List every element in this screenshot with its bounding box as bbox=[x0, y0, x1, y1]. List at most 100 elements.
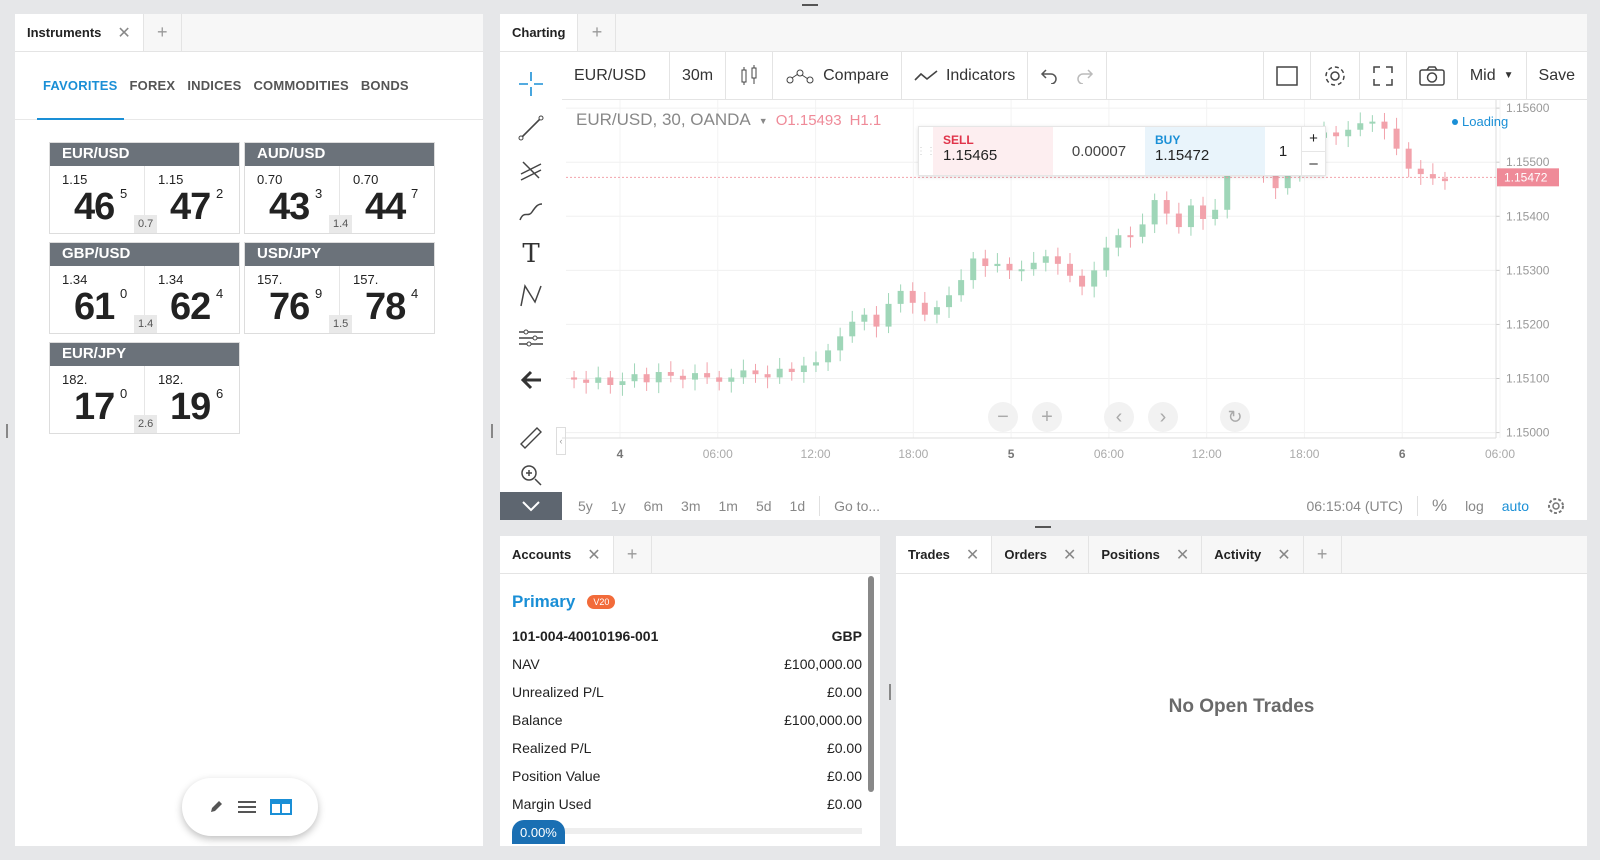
close-icon[interactable]: ✕ bbox=[966, 545, 979, 565]
candle[interactable] bbox=[1369, 121, 1376, 124]
range-button-3m[interactable]: 3m bbox=[681, 498, 700, 514]
range-button-6m[interactable]: 6m bbox=[644, 498, 663, 514]
candle[interactable] bbox=[897, 290, 904, 304]
instrument-tile[interactable]: USD/JPY 157. 76 9 157. 78 4 1.5 bbox=[244, 242, 435, 334]
candle[interactable] bbox=[958, 280, 965, 296]
settings-button[interactable] bbox=[1311, 51, 1360, 100]
plus-icon[interactable]: + bbox=[1302, 127, 1325, 152]
category-forex[interactable]: FOREX bbox=[130, 52, 176, 120]
quantity-input[interactable]: 1 bbox=[1265, 127, 1301, 175]
account-name[interactable]: Primary bbox=[512, 592, 575, 612]
candle[interactable] bbox=[909, 290, 916, 303]
candle[interactable] bbox=[704, 373, 711, 378]
price-source-dropdown[interactable]: Mid ▼ bbox=[1458, 51, 1527, 100]
candle[interactable] bbox=[1115, 235, 1122, 248]
candle[interactable] bbox=[1212, 209, 1219, 219]
prediction-icon[interactable] bbox=[500, 318, 562, 358]
candle[interactable] bbox=[1018, 269, 1025, 272]
candle[interactable] bbox=[1441, 178, 1448, 182]
candle[interactable] bbox=[619, 381, 626, 386]
candle[interactable] bbox=[1030, 262, 1037, 270]
grid-view-icon[interactable] bbox=[270, 799, 292, 815]
drag-handle[interactable]: ⋮⋮ bbox=[916, 127, 936, 175]
candle[interactable] bbox=[800, 365, 807, 373]
category-commodities[interactable]: COMMODITIES bbox=[253, 52, 348, 120]
candle[interactable] bbox=[1091, 270, 1098, 287]
buy-price-box[interactable]: 1.34 62 4 bbox=[146, 266, 241, 333]
undo-icon[interactable] bbox=[1040, 68, 1058, 84]
fib-tool-icon[interactable] bbox=[500, 150, 562, 190]
candle[interactable] bbox=[716, 377, 723, 382]
minus-icon[interactable]: – bbox=[1302, 152, 1325, 176]
tab-orders[interactable]: Orders ✕ bbox=[992, 536, 1090, 573]
candle[interactable] bbox=[1381, 121, 1388, 129]
candle[interactable] bbox=[982, 258, 989, 267]
instrument-tile[interactable]: AUD/USD 0.70 43 3 0.70 44 7 1.4 bbox=[244, 142, 435, 234]
category-bonds[interactable]: BONDS bbox=[361, 52, 409, 120]
fullscreen-frame-button[interactable] bbox=[1262, 51, 1311, 100]
auto-toggle[interactable]: auto bbox=[1502, 498, 1529, 514]
tab-accounts[interactable]: Accounts ✕ bbox=[500, 536, 614, 573]
range-button-5y[interactable]: 5y bbox=[578, 498, 593, 514]
interval-button[interactable]: 30m bbox=[670, 51, 727, 100]
add-tab-icon[interactable]: + bbox=[614, 536, 652, 573]
candle[interactable] bbox=[812, 362, 819, 366]
sell-price-box[interactable]: 182. 17 0 bbox=[50, 366, 145, 433]
candle[interactable] bbox=[1393, 128, 1400, 149]
candle[interactable] bbox=[667, 372, 674, 376]
candle[interactable] bbox=[1175, 213, 1182, 228]
candle[interactable] bbox=[994, 263, 1001, 267]
expand-button[interactable] bbox=[1360, 51, 1407, 100]
candle[interactable] bbox=[849, 321, 856, 337]
buy-price-box[interactable]: 0.70 44 7 bbox=[341, 166, 436, 233]
buy-price-box[interactable]: 1.15 47 2 bbox=[146, 166, 241, 233]
candle[interactable] bbox=[1333, 132, 1340, 137]
add-tab-icon[interactable]: + bbox=[144, 14, 182, 51]
scrollbar[interactable] bbox=[868, 576, 874, 792]
close-icon[interactable]: ✕ bbox=[117, 23, 130, 43]
candle[interactable] bbox=[873, 314, 880, 327]
zoom-in-icon[interactable] bbox=[500, 460, 562, 490]
candle[interactable] bbox=[740, 370, 747, 378]
divider-handle[interactable] bbox=[6, 424, 8, 438]
tab-positions[interactable]: Positions ✕ bbox=[1089, 536, 1203, 573]
candle[interactable] bbox=[788, 368, 795, 373]
candle[interactable] bbox=[1066, 263, 1073, 276]
candle[interactable] bbox=[655, 372, 662, 383]
close-icon[interactable]: ✕ bbox=[1176, 545, 1189, 565]
ruler-icon[interactable] bbox=[500, 418, 562, 458]
text-tool-icon[interactable]: T bbox=[500, 234, 562, 274]
buy-button[interactable]: BUY 1.15472 bbox=[1145, 127, 1265, 175]
snapshot-button[interactable] bbox=[1407, 51, 1458, 100]
candle[interactable] bbox=[692, 373, 699, 380]
category-favorites[interactable]: FAVORITES bbox=[37, 52, 123, 120]
save-button[interactable]: Save bbox=[1527, 52, 1587, 100]
buy-price-box[interactable]: 182. 19 6 bbox=[146, 366, 241, 433]
percent-toggle[interactable]: % bbox=[1432, 496, 1447, 516]
candle[interactable] bbox=[1054, 256, 1061, 264]
instrument-tile[interactable]: EUR/JPY 182. 17 0 182. 19 6 2.6 bbox=[49, 342, 240, 434]
scroll-right-button[interactable]: › bbox=[1148, 402, 1178, 432]
candle[interactable] bbox=[1042, 256, 1049, 263]
range-button-1m[interactable]: 1m bbox=[719, 498, 738, 514]
goto-button[interactable]: Go to... bbox=[834, 498, 880, 514]
candle[interactable] bbox=[643, 374, 650, 383]
divider-handle[interactable] bbox=[889, 684, 891, 700]
brush-icon[interactable] bbox=[500, 192, 562, 232]
candle[interactable] bbox=[1405, 148, 1412, 169]
instrument-tile[interactable]: GBP/USD 1.34 61 0 1.34 62 4 1.4 bbox=[49, 242, 240, 334]
sell-button[interactable]: SELL 1.15465 bbox=[933, 127, 1053, 175]
candle[interactable] bbox=[1139, 224, 1146, 237]
candle[interactable] bbox=[1151, 200, 1158, 225]
buy-price-box[interactable]: 157. 78 4 bbox=[341, 266, 436, 333]
candle[interactable] bbox=[679, 375, 686, 380]
candle[interactable] bbox=[861, 314, 868, 322]
tab-activity[interactable]: Activity ✕ bbox=[1202, 536, 1304, 573]
indicators-button[interactable]: Indicators bbox=[902, 51, 1029, 100]
candle[interactable] bbox=[1357, 123, 1364, 130]
zoom-out-button[interactable]: − bbox=[988, 402, 1018, 432]
candle[interactable] bbox=[1079, 275, 1086, 287]
candle[interactable] bbox=[970, 258, 977, 281]
candle[interactable] bbox=[728, 377, 735, 382]
close-icon[interactable]: ✕ bbox=[1277, 545, 1290, 565]
